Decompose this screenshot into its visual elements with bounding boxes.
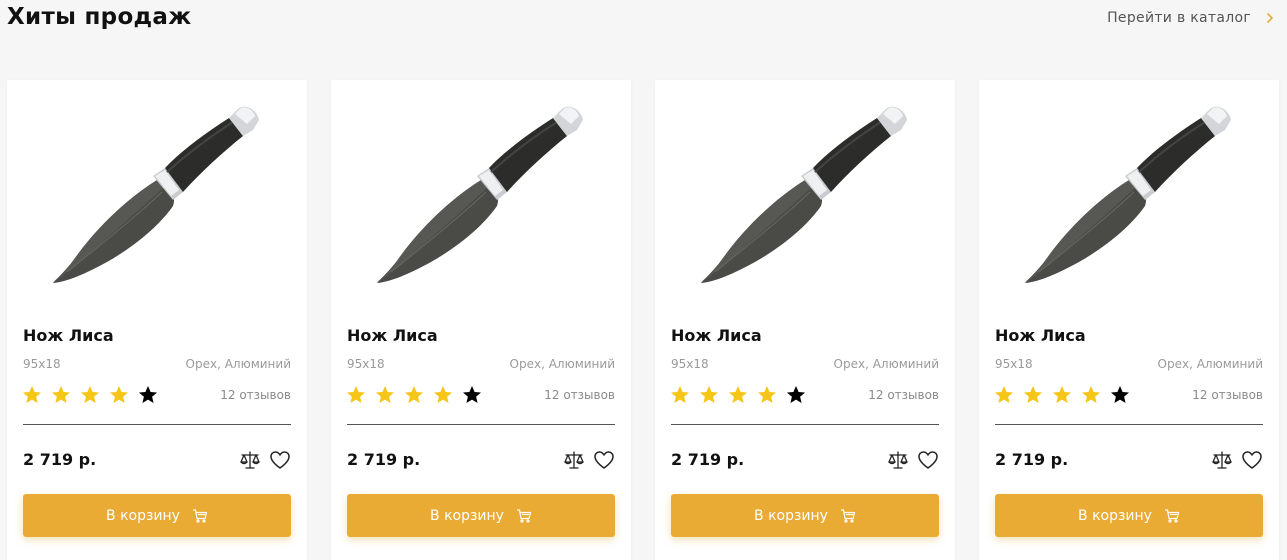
star-filled-icon[interactable] [756,384,778,406]
reviews-link[interactable]: 12 отзывов [544,388,615,402]
cart-icon [1164,508,1180,524]
product-card: Нож Лиса 95х18 Орех, Алюминий 12 отзывов… [331,80,631,560]
product-image[interactable] [655,80,955,310]
compare-scales-icon[interactable] [1211,449,1233,471]
cart-icon [516,508,532,524]
product-size: 95х18 [347,357,385,371]
product-price: 2 719 р. [995,450,1069,469]
product-image[interactable] [7,80,307,310]
reviews-link[interactable]: 12 отзывов [1192,388,1263,402]
star-empty-icon[interactable] [137,384,159,406]
rating-stars [21,384,166,406]
star-filled-icon[interactable] [669,384,691,406]
product-name[interactable]: Нож Лиса [23,326,114,345]
rating-stars [669,384,814,406]
product-material: Орех, Алюминий [185,357,291,371]
reviews-link[interactable]: 12 отзывов [220,388,291,402]
chevron-right-icon [1263,11,1277,25]
star-filled-icon[interactable] [698,384,720,406]
add-to-cart-label: В корзину [754,507,828,524]
rating-stars [993,384,1138,406]
favorite-heart-icon[interactable] [269,449,291,471]
product-price: 2 719 р. [671,450,745,469]
divider [23,424,291,425]
divider [671,424,939,425]
divider [347,424,615,425]
product-name[interactable]: Нож Лиса [671,326,762,345]
favorite-heart-icon[interactable] [1241,449,1263,471]
star-empty-icon[interactable] [461,384,483,406]
star-filled-icon[interactable] [21,384,43,406]
catalog-link[interactable]: Перейти в каталог [1107,10,1277,26]
reviews-link[interactable]: 12 отзывов [868,388,939,402]
favorite-heart-icon[interactable] [593,449,615,471]
product-material: Орех, Алюминий [1157,357,1263,371]
product-image[interactable] [331,80,631,310]
product-image[interactable] [979,80,1279,310]
divider [995,424,1263,425]
star-filled-icon[interactable] [1051,384,1073,406]
product-size: 95х18 [671,357,709,371]
section-title: Хиты продаж [7,4,192,30]
compare-scales-icon[interactable] [563,449,585,471]
star-filled-icon[interactable] [403,384,425,406]
add-to-cart-button[interactable]: В корзину [23,494,291,537]
cart-icon [840,508,856,524]
star-empty-icon[interactable] [785,384,807,406]
product-card: Нож Лиса 95х18 Орех, Алюминий 12 отзывов… [7,80,307,560]
star-filled-icon[interactable] [50,384,72,406]
product-price: 2 719 р. [347,450,421,469]
product-name[interactable]: Нож Лиса [995,326,1086,345]
add-to-cart-label: В корзину [430,507,504,524]
star-filled-icon[interactable] [108,384,130,406]
cart-icon [192,508,208,524]
star-filled-icon[interactable] [1080,384,1102,406]
product-material: Орех, Алюминий [833,357,939,371]
compare-scales-icon[interactable] [239,449,261,471]
product-size: 95х18 [995,357,1033,371]
star-empty-icon[interactable] [1109,384,1131,406]
product-price: 2 719 р. [23,450,97,469]
add-to-cart-button[interactable]: В корзину [671,494,939,537]
add-to-cart-button[interactable]: В корзину [995,494,1263,537]
add-to-cart-label: В корзину [1078,507,1152,524]
product-size: 95х18 [23,357,61,371]
catalog-link-label: Перейти в каталог [1107,10,1251,26]
star-filled-icon[interactable] [1022,384,1044,406]
rating-stars [345,384,490,406]
product-material: Орех, Алюминий [509,357,615,371]
star-filled-icon[interactable] [79,384,101,406]
star-filled-icon[interactable] [345,384,367,406]
favorite-heart-icon[interactable] [917,449,939,471]
star-filled-icon[interactable] [727,384,749,406]
product-card: Нож Лиса 95х18 Орех, Алюминий 12 отзывов… [655,80,955,560]
section-header: Хиты продаж Перейти в каталог [0,0,1287,40]
star-filled-icon[interactable] [993,384,1015,406]
star-filled-icon[interactable] [432,384,454,406]
compare-scales-icon[interactable] [887,449,909,471]
product-card: Нож Лиса 95х18 Орех, Алюминий 12 отзывов… [979,80,1279,560]
add-to-cart-button[interactable]: В корзину [347,494,615,537]
add-to-cart-label: В корзину [106,507,180,524]
product-name[interactable]: Нож Лиса [347,326,438,345]
star-filled-icon[interactable] [374,384,396,406]
